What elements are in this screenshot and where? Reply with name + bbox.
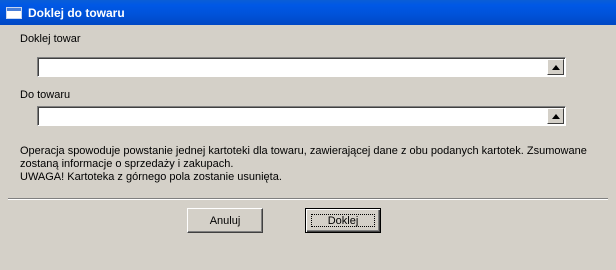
divider xyxy=(8,198,608,200)
target-product-combobox[interactable] xyxy=(37,106,566,126)
cancel-button-label: Anuluj xyxy=(209,214,241,227)
info-line: zostaną informacje o sprzedaży i zakupac… xyxy=(20,158,234,170)
title-bar[interactable]: Doklej do towaru xyxy=(0,0,616,25)
merge-button-label: Doklej xyxy=(327,214,359,227)
window-title: Doklej do towaru xyxy=(28,5,125,20)
merge-button[interactable]: Doklej xyxy=(305,208,381,233)
warning-line: UWAGA! Kartoteka z górnego pola zostanie… xyxy=(20,171,282,183)
source-product-dropdown-button[interactable] xyxy=(547,59,564,75)
operation-info-text: Operacja spowoduje powstanie jednej kart… xyxy=(20,145,605,184)
target-product-label: Do towaru xyxy=(20,89,71,101)
source-product-input[interactable] xyxy=(40,59,545,75)
info-line: Operacja spowoduje powstanie jednej kart… xyxy=(20,145,587,157)
window-icon xyxy=(6,6,22,19)
target-product-input[interactable] xyxy=(40,108,545,124)
cancel-button[interactable]: Anuluj xyxy=(187,208,263,233)
dialog-window: Doklej do towaru Doklej towar Do towaru … xyxy=(0,0,616,270)
triangle-up-icon xyxy=(551,113,560,119)
target-product-dropdown-button[interactable] xyxy=(547,108,564,124)
source-product-label: Doklej towar xyxy=(20,33,81,45)
triangle-up-icon xyxy=(551,64,560,70)
source-product-combobox[interactable] xyxy=(37,57,566,77)
